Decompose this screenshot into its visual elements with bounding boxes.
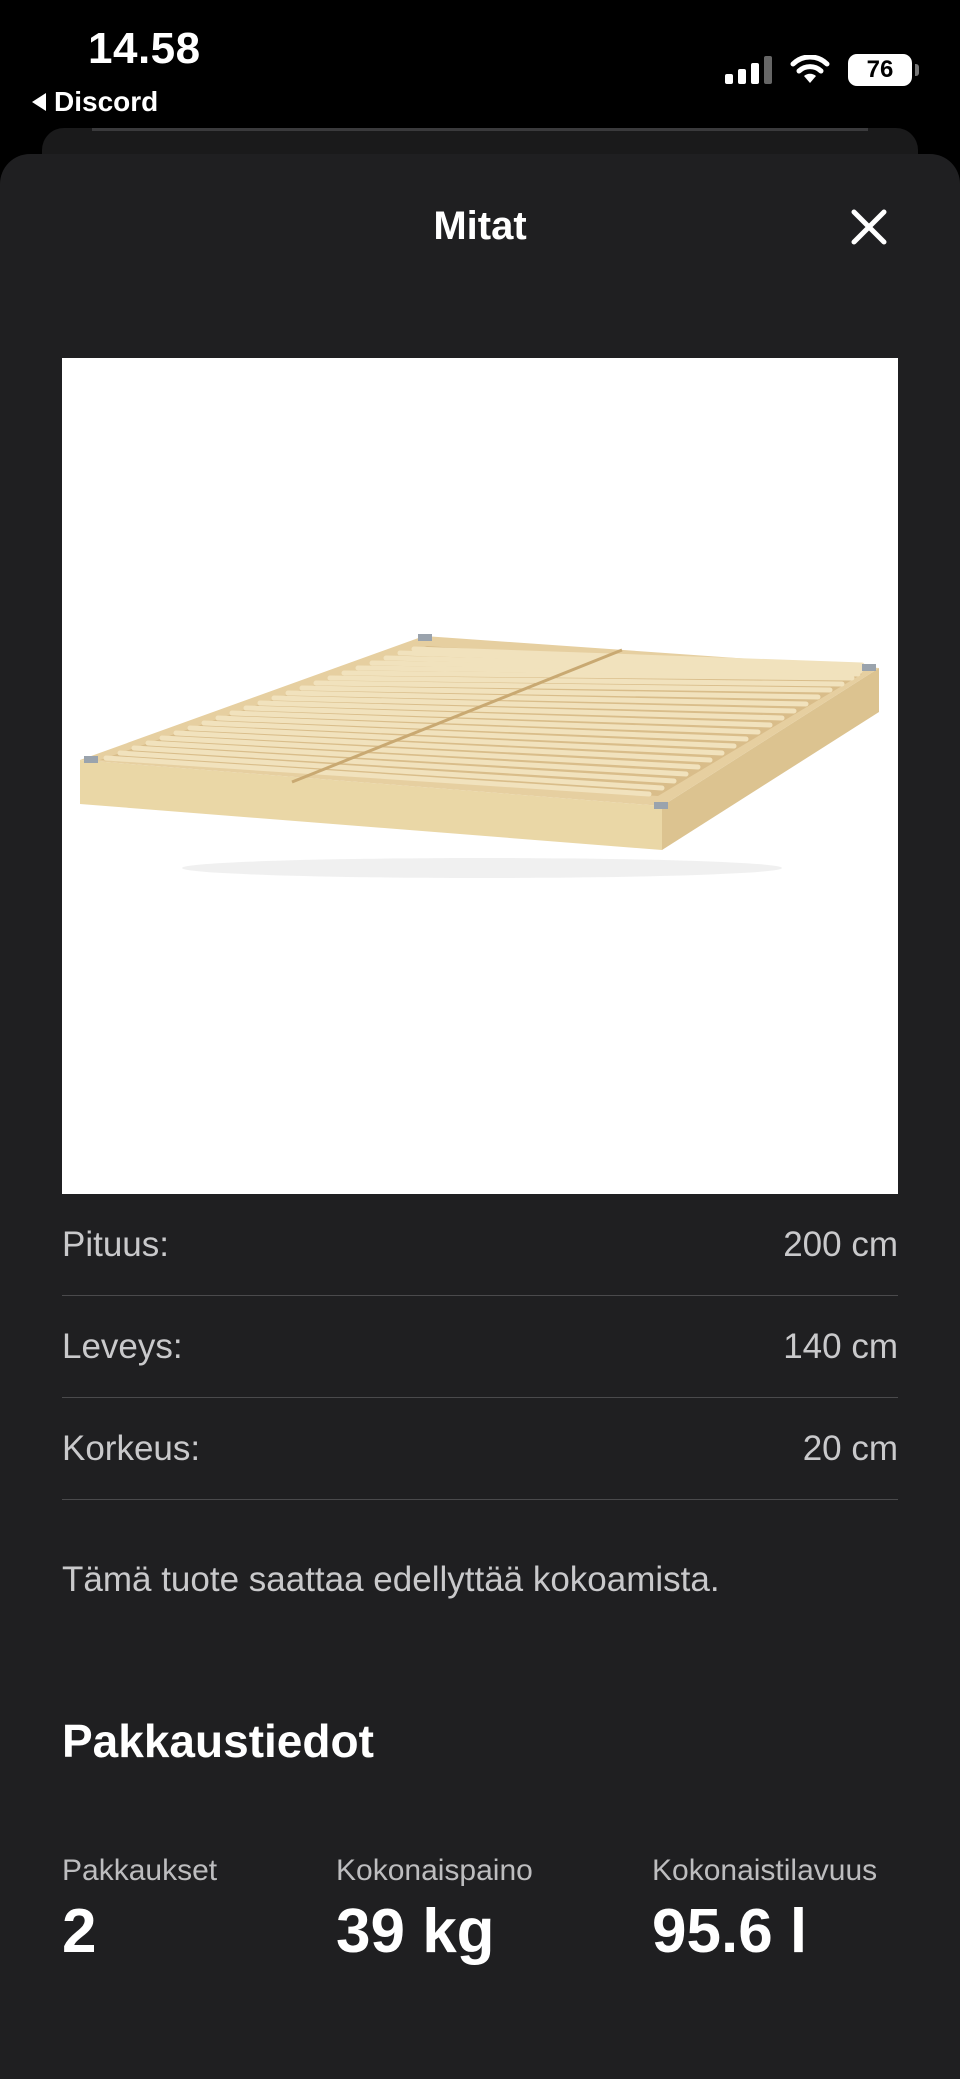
dimensions-sheet: Mitat Pituus: 200 cm Leveys: 140 cm Kork… xyxy=(0,154,960,2079)
stat-value: 2 xyxy=(62,1897,97,1966)
stat-label: Kokonaistilavuus xyxy=(652,1854,878,1887)
package-total-weight: Kokonaispaino 39 kg xyxy=(336,1854,533,1967)
battery-level: 76 xyxy=(866,56,894,83)
back-app-label: Discord xyxy=(54,86,159,117)
sheet-title: Mitat xyxy=(433,204,527,248)
dimension-label: Korkeus: xyxy=(62,1428,201,1468)
back-triangle-icon xyxy=(32,93,46,111)
close-button[interactable] xyxy=(844,202,894,252)
dimension-row-length: Pituus: 200 cm xyxy=(62,1194,898,1296)
assembly-note: Tämä tuote saattaa edellyttää kokoamista… xyxy=(62,1560,720,1599)
package-count: Pakkaukset 2 xyxy=(62,1854,217,1967)
dimension-label: Leveys: xyxy=(62,1326,183,1366)
stat-label: Pakkaukset xyxy=(62,1854,218,1887)
package-total-volume: Kokonaistilavuus 95.6 l xyxy=(652,1854,877,1967)
dimension-value: 140 cm xyxy=(783,1326,898,1366)
cellular-signal-icon xyxy=(725,56,772,84)
dimension-row-height: Korkeus: 20 cm xyxy=(62,1398,898,1500)
stat-label: Kokonaispaino xyxy=(336,1854,533,1887)
status-time: 14.58 xyxy=(88,24,201,73)
status-bar: 14.58 Discord 76 xyxy=(0,0,960,130)
dimension-value: 200 cm xyxy=(783,1224,898,1264)
wifi-icon xyxy=(790,55,830,83)
status-icons: 76 xyxy=(725,54,919,86)
close-icon xyxy=(851,209,887,245)
battery-icon: 76 xyxy=(848,54,919,86)
back-to-app-link[interactable]: Discord xyxy=(32,86,158,118)
package-info-heading: Pakkaustiedot xyxy=(62,1715,374,1767)
product-image xyxy=(62,358,898,1194)
stat-value: 39 kg xyxy=(336,1897,495,1966)
dimension-label: Pituus: xyxy=(62,1224,169,1264)
dimension-value: 20 cm xyxy=(802,1428,898,1468)
stat-value: 95.6 l xyxy=(652,1897,808,1966)
bed-base-illustration xyxy=(80,634,879,878)
dimension-row-width: Leveys: 140 cm xyxy=(62,1296,898,1398)
